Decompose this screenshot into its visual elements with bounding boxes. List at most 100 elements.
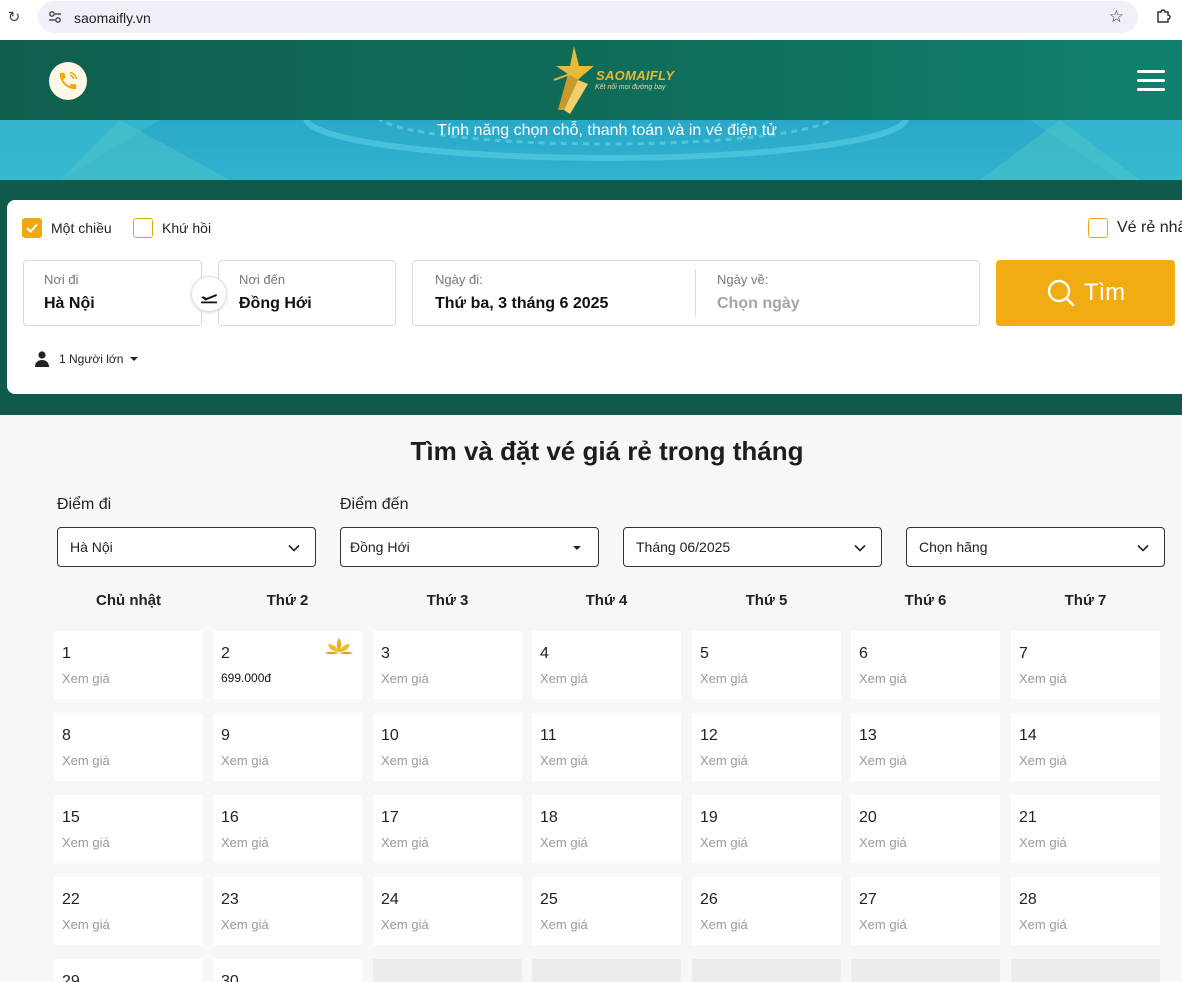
- calendar-day-cell[interactable]: 26 Xem giá: [692, 877, 841, 945]
- bookmark-star-icon[interactable]: ☆: [1109, 7, 1124, 27]
- calendar-day-cell[interactable]: 17 Xem giá: [373, 795, 522, 863]
- calendar-day-cell[interactable]: 13 Xem giá: [851, 713, 1000, 781]
- calendar-day-cell[interactable]: 25 Xem giá: [532, 877, 681, 945]
- view-price-link[interactable]: Xem giá: [859, 917, 907, 932]
- view-price-link[interactable]: Xem giá: [540, 835, 588, 850]
- calendar-day-cell[interactable]: 21 Xem giá: [1011, 795, 1160, 863]
- view-price-link[interactable]: Xem giá: [1019, 835, 1067, 850]
- calendar-day-cell[interactable]: 27 Xem giá: [851, 877, 1000, 945]
- return-date-field[interactable]: Ngày về: Chọn ngày: [697, 261, 979, 325]
- view-price-link[interactable]: Xem giá: [381, 917, 429, 932]
- calendar-day-cell[interactable]: 14 Xem giá: [1011, 713, 1160, 781]
- hero-text: Tính năng chọn chỗ, thanh toán và in vé …: [437, 122, 777, 139]
- calendar-day-cell[interactable]: 5 Xem giá: [692, 631, 841, 699]
- passenger-selector[interactable]: 1 Người lớn: [35, 351, 139, 367]
- view-price-link[interactable]: Xem giá: [859, 671, 907, 686]
- one-way-option[interactable]: Một chiều: [22, 218, 112, 238]
- view-price-link[interactable]: Xem giá: [1019, 753, 1067, 768]
- one-way-checkbox[interactable]: [22, 218, 42, 238]
- calendar-day-cell[interactable]: 8 Xem giá: [54, 713, 203, 781]
- calendar-day-cell[interactable]: 10 Xem giá: [373, 713, 522, 781]
- calendar-day-cell[interactable]: 6 Xem giá: [851, 631, 1000, 699]
- calendar-day-cell[interactable]: 23 Xem giá: [213, 877, 362, 945]
- view-price-link[interactable]: Xem giá: [381, 671, 429, 686]
- calendar-empty-cell: [851, 959, 1000, 982]
- view-price-link[interactable]: Xem giá: [859, 835, 907, 850]
- view-price-link[interactable]: Xem giá: [62, 671, 110, 686]
- view-price-link[interactable]: Xem giá: [700, 917, 748, 932]
- brand-tagline: Kết nối mọi đường bay: [595, 84, 666, 91]
- airline-select[interactable]: Chọn hãng: [906, 527, 1165, 567]
- day-number: 17: [381, 809, 399, 826]
- return-date-label: Ngày về:: [717, 272, 769, 287]
- calendar-empty-cell: [373, 959, 522, 982]
- search-button[interactable]: Tìm: [996, 260, 1175, 326]
- view-price-link[interactable]: Xem giá: [540, 753, 588, 768]
- address-bar[interactable]: saomaifly.vn ☆: [38, 1, 1138, 33]
- view-price-link[interactable]: Xem giá: [221, 835, 269, 850]
- day-number: 20: [859, 809, 877, 826]
- calendar-day-cell[interactable]: 7 Xem giá: [1011, 631, 1160, 699]
- calendar-day-cell[interactable]: 2 699.000đ: [213, 631, 362, 699]
- day-number: 18: [540, 809, 558, 826]
- saomaifly-logo[interactable]: SAOMAIFLY Kết nối mọi đường bay: [548, 44, 688, 116]
- day-number: 1: [62, 645, 71, 662]
- calendar-day-cell[interactable]: 19 Xem giá: [692, 795, 841, 863]
- view-price-link[interactable]: Xem giá: [221, 753, 269, 768]
- calendar-day-cell[interactable]: 16 Xem giá: [213, 795, 362, 863]
- calendar-day-cell[interactable]: 11 Xem giá: [532, 713, 681, 781]
- calendar-day-cell[interactable]: 24 Xem giá: [373, 877, 522, 945]
- calendar-day-cell[interactable]: 1 Xem giá: [54, 631, 203, 699]
- site-settings-icon[interactable]: [47, 9, 63, 25]
- calendar-day-cell[interactable]: 9 Xem giá: [213, 713, 362, 781]
- weekday-label: Thứ 3: [426, 592, 469, 609]
- calendar-day-cell[interactable]: 29: [54, 959, 203, 982]
- day-number: 21: [1019, 809, 1037, 826]
- round-trip-option[interactable]: Khứ hồi: [133, 218, 211, 238]
- destination-field[interactable]: Nơi đến Đồng Hới: [218, 260, 396, 326]
- view-price-link[interactable]: Xem giá: [540, 917, 588, 932]
- depart-date-field[interactable]: Ngày đi: Thứ ba, 3 tháng 6 2025: [413, 261, 696, 325]
- view-price-link[interactable]: Xem giá: [381, 753, 429, 768]
- cheapest-fare-checkbox[interactable]: [1088, 218, 1108, 238]
- day-number: 28: [1019, 891, 1037, 908]
- calendar-day-cell[interactable]: 15 Xem giá: [54, 795, 203, 863]
- url-text[interactable]: saomaifly.vn: [74, 10, 151, 26]
- calendar-day-cell[interactable]: 22 Xem giá: [54, 877, 203, 945]
- destination-select[interactable]: Đồng Hới: [340, 527, 599, 567]
- view-price-link[interactable]: Xem giá: [1019, 917, 1067, 932]
- origin-field[interactable]: Nơi đi Hà Nội: [23, 260, 202, 326]
- calendar-day-cell[interactable]: 3 Xem giá: [373, 631, 522, 699]
- cheapest-fare-option[interactable]: Vé rẻ nhất: [1088, 218, 1182, 238]
- calendar-day-cell[interactable]: 12 Xem giá: [692, 713, 841, 781]
- month-select[interactable]: Tháng 06/2025: [623, 527, 882, 567]
- view-price-link[interactable]: Xem giá: [62, 835, 110, 850]
- view-price-link[interactable]: Xem giá: [221, 917, 269, 932]
- phone-button[interactable]: [49, 62, 87, 100]
- day-number: 13: [859, 727, 877, 744]
- view-price-link[interactable]: Xem giá: [859, 753, 907, 768]
- hamburger-menu-icon[interactable]: [1137, 70, 1165, 92]
- round-trip-checkbox[interactable]: [133, 218, 153, 238]
- extensions-icon[interactable]: [1154, 6, 1174, 26]
- view-price-link[interactable]: Xem giá: [540, 671, 588, 686]
- view-price-link[interactable]: Xem giá: [62, 917, 110, 932]
- calendar-empty-cell: [692, 959, 841, 982]
- calendar-day-cell[interactable]: 28 Xem giá: [1011, 877, 1160, 945]
- depart-date-value: Thứ ba, 3 tháng 6 2025: [435, 295, 609, 312]
- day-number: 26: [700, 891, 718, 908]
- view-price-link[interactable]: Xem giá: [700, 835, 748, 850]
- view-price-link[interactable]: Xem giá: [381, 835, 429, 850]
- view-price-link[interactable]: Xem giá: [1019, 671, 1067, 686]
- reload-icon[interactable]: ↻: [4, 8, 24, 28]
- origin-select[interactable]: Hà Nội: [57, 527, 316, 567]
- calendar-day-cell[interactable]: 4 Xem giá: [532, 631, 681, 699]
- view-price-link[interactable]: Xem giá: [700, 671, 748, 686]
- view-price-link[interactable]: Xem giá: [62, 753, 110, 768]
- swap-airports-button[interactable]: [191, 276, 227, 312]
- calendar-day-cell[interactable]: 20 Xem giá: [851, 795, 1000, 863]
- calendar-day-cell[interactable]: 30: [213, 959, 362, 982]
- calendar-day-cell[interactable]: 18 Xem giá: [532, 795, 681, 863]
- view-price-link[interactable]: Xem giá: [700, 753, 748, 768]
- brand-name: SAOMAIFLY: [596, 68, 675, 83]
